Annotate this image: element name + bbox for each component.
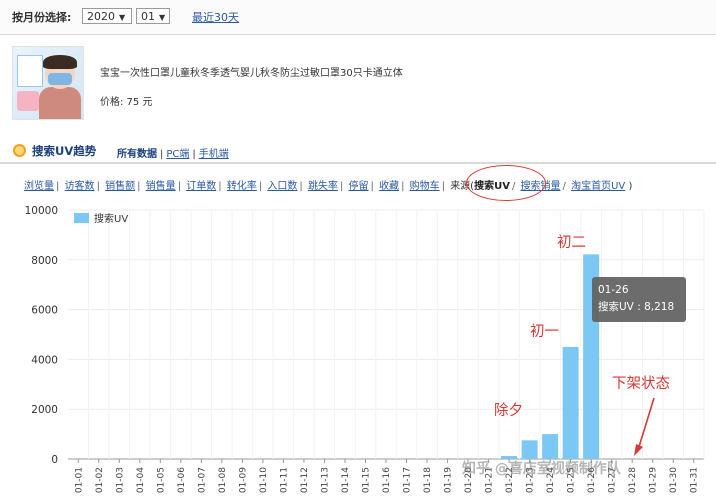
month-filter-label: 按月份选择:	[12, 11, 72, 24]
x-tick-label: 01-08	[218, 467, 228, 493]
recent-30-days-link[interactable]: 最近30天	[192, 9, 239, 25]
annotation-offshelf: 下架状态	[612, 376, 670, 392]
metric-sales-amount[interactable]: 销售额	[105, 181, 135, 192]
x-tick-label: 01-10	[259, 467, 269, 493]
source-suffix: )	[628, 181, 633, 192]
filter-bar: 按月份选择: 2020 ▼ 01 ▼ 最近30天	[0, 0, 716, 35]
section-header: 搜索UV趋势 所有数据 | PC端 | 手机端	[0, 140, 716, 164]
month-select[interactable]: 01 ▼	[136, 8, 170, 24]
annotation-chuer: 初二	[557, 235, 586, 251]
x-tick-label: 01-16	[382, 467, 392, 493]
search-uv-chart: 0 2000 4000 6000 8000 10000 01-01 01-02 01-03 01-…	[25, 205, 705, 493]
metric-stay[interactable]: 停留	[349, 181, 369, 192]
metric-orders[interactable]: 订单数	[186, 181, 216, 192]
bar-01-24	[542, 434, 559, 459]
metric-conversion[interactable]: 转化率	[227, 181, 257, 192]
x-tick-label: 01-31	[690, 467, 700, 493]
year-value: 2020	[87, 10, 115, 23]
x-tick-label: 01-02	[95, 467, 105, 493]
chevron-down-icon: ▼	[159, 13, 166, 22]
child-body	[39, 87, 81, 119]
device-tabs: 所有数据 | PC端 | 手机端	[117, 149, 229, 160]
y-tick-label: 2000	[31, 404, 58, 416]
x-tick-label: 01-01	[74, 467, 84, 493]
x-tick-label: 01-28	[628, 467, 638, 493]
metric-sales-volume[interactable]: 销售量	[146, 181, 176, 192]
metric-favorites[interactable]: 收藏	[379, 181, 399, 192]
chevron-down-icon: ▼	[119, 13, 126, 22]
section-title: 搜索UV趋势	[32, 144, 97, 158]
tab-mobile[interactable]: 手机端	[199, 149, 229, 160]
annotation-chuxi: 除夕	[494, 403, 523, 419]
legend-swatch	[74, 213, 89, 223]
year-select[interactable]: 2020 ▼	[82, 8, 132, 24]
x-tick-label: 01-15	[361, 467, 371, 493]
x-tick-label: 01-04	[136, 467, 146, 493]
metric-pageviews[interactable]: 浏览量	[24, 181, 54, 192]
x-tick-label: 01-17	[403, 467, 413, 493]
package-box-pink	[17, 91, 39, 111]
tooltip-date: 01-26	[598, 284, 629, 296]
annotation-arrow	[634, 397, 655, 456]
y-tick-label: 4000	[31, 354, 58, 366]
x-tick-label: 01-06	[177, 467, 187, 493]
legend-label: 搜索UV	[94, 212, 128, 225]
x-tick-label: 01-12	[300, 467, 310, 493]
x-tick-label: 01-29	[649, 467, 659, 493]
x-tick-label: 01-09	[238, 467, 248, 493]
month-value: 01	[141, 10, 155, 23]
tab-all-data[interactable]: 所有数据	[117, 149, 157, 160]
x-tick-label: 01-11	[279, 467, 289, 493]
package-box	[17, 55, 43, 87]
face-mask	[48, 73, 72, 85]
x-tick-label: 01-03	[115, 467, 125, 493]
product-price: 价格: 75 元	[100, 97, 153, 108]
bar-01-23	[521, 440, 538, 459]
metric-cart[interactable]: 购物车	[410, 181, 440, 192]
metric-entries[interactable]: 入口数	[267, 181, 297, 192]
x-tick-label: 01-13	[320, 467, 330, 493]
x-tick-label: 01-18	[423, 467, 433, 493]
metric-taobao-home-uv[interactable]: 淘宝首页UV	[571, 181, 625, 192]
watermark: 知乎 @喜店室视频制作队	[462, 461, 621, 477]
x-tick-label: 01-30	[669, 467, 679, 493]
product-title: 宝宝一次性口罩儿童秋冬季透气婴儿秋冬防尘过敏口罩30只卡通立体	[100, 68, 403, 79]
y-tick-label: 8000	[31, 255, 58, 267]
y-tick-label: 0	[51, 454, 58, 466]
metric-visitors[interactable]: 访客数	[65, 181, 95, 192]
highlight-circle	[466, 165, 546, 201]
y-tick-label: 6000	[31, 305, 58, 317]
x-tick-label: 01-19	[444, 467, 454, 493]
metric-bounce-rate[interactable]: 跳失率	[308, 181, 338, 192]
x-tick-label: 01-05	[156, 467, 166, 493]
bar-01-25	[562, 346, 579, 459]
section-bullet-icon	[13, 144, 26, 157]
x-tick-label: 01-14	[341, 467, 351, 493]
tab-pc[interactable]: PC端	[166, 149, 189, 160]
y-tick-label: 10000	[25, 205, 58, 217]
child-hair	[43, 55, 77, 69]
annotation-chuyi: 初一	[530, 324, 559, 340]
tooltip-value: 搜索UV : 8,218	[598, 301, 675, 313]
x-tick-label: 01-07	[197, 467, 207, 493]
chart-tooltip: 01-26 搜索UV : 8,218	[592, 277, 686, 322]
product-image[interactable]	[12, 46, 84, 120]
